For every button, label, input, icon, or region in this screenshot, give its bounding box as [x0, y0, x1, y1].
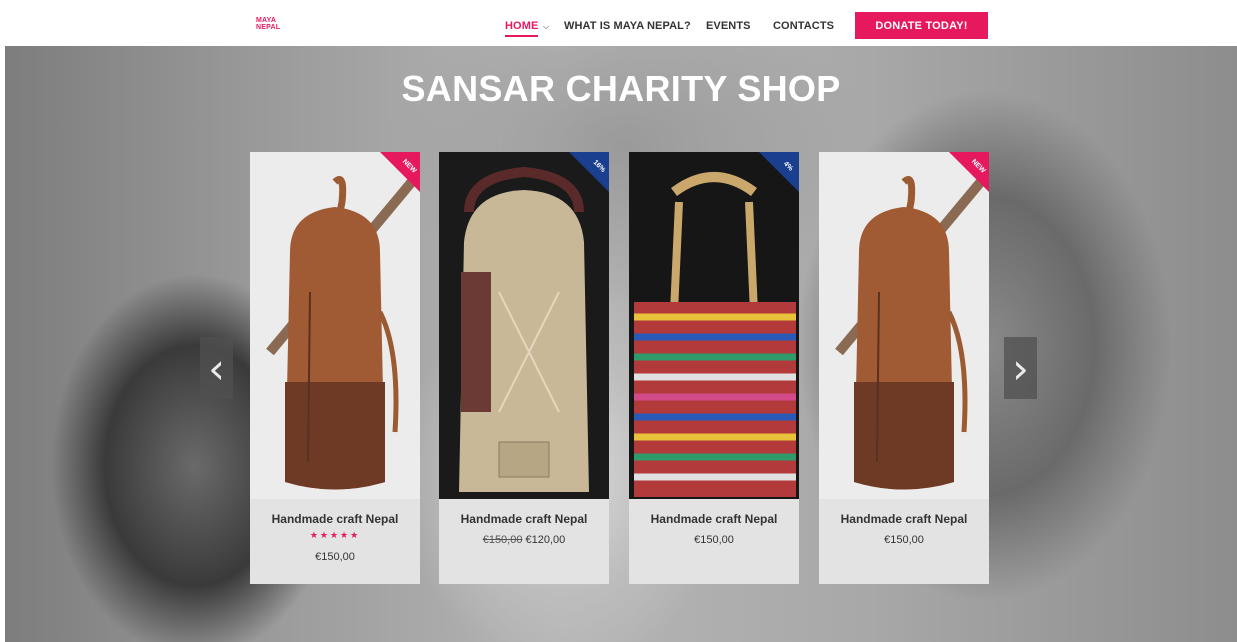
- product-image-hemp-backpack[interactable]: [439, 152, 609, 499]
- discount-badge: 4%: [759, 152, 799, 192]
- nav-active-underline: [505, 35, 538, 37]
- nav-events[interactable]: EVENTS: [706, 20, 751, 32]
- page-title: SANSAR CHARITY SHOP: [401, 68, 841, 109]
- product-card[interactable]: 16% Handmade craft Nepal €150,00 €120,00: [439, 152, 609, 584]
- product-image-woven-tote-bag[interactable]: [629, 152, 799, 499]
- new-badge: NEW: [380, 152, 420, 192]
- new-badge: NEW: [949, 152, 989, 192]
- product-card[interactable]: 4% Handmade craft Nepal €150,00: [629, 152, 799, 584]
- nav-what-is-maya-nepal[interactable]: WHAT IS MAYA NEPAL?: [564, 20, 691, 32]
- product-title[interactable]: Handmade craft Nepal: [629, 512, 799, 526]
- product-price: €150,00 €120,00: [439, 534, 609, 546]
- chevron-left-icon[interactable]: ‹: [200, 337, 233, 399]
- chevron-right-icon[interactable]: ›: [1004, 337, 1037, 399]
- maya-nepal-logo[interactable]: MAYA NEPAL: [256, 17, 280, 31]
- site-header: MAYA NEPAL HOME ⌵ WHAT IS MAYA NEPAL? EV…: [0, 0, 1237, 46]
- product-price: €150,00: [315, 551, 355, 563]
- product-price: €150,00: [884, 534, 924, 546]
- product-price: €150,00: [694, 534, 734, 546]
- discount-badge: 16%: [569, 152, 609, 192]
- product-title[interactable]: Handmade craft Nepal: [250, 512, 420, 526]
- product-title[interactable]: Handmade craft Nepal: [439, 512, 609, 526]
- product-image-leather-backpack[interactable]: [819, 152, 989, 499]
- nav-contacts[interactable]: CONTACTS: [773, 20, 834, 32]
- product-title[interactable]: Handmade craft Nepal: [819, 512, 989, 526]
- donate-button[interactable]: DONATE TODAY!: [855, 12, 988, 39]
- sale-price: €120,00: [525, 534, 566, 546]
- product-card[interactable]: NEW Handmade craft Nepal €150,00: [819, 152, 989, 584]
- star-rating: ★★★★★: [309, 530, 361, 540]
- product-card[interactable]: NEW Handmade craft Nepal ★★★★★ €150,00: [250, 152, 420, 584]
- nav-home[interactable]: HOME: [505, 20, 538, 32]
- product-image-leather-backpack[interactable]: [250, 152, 420, 499]
- chevron-down-icon[interactable]: ⌵: [543, 22, 549, 32]
- hero-banner: SANSAR CHARITY SHOP NEW Handmade craft N…: [5, 46, 1237, 642]
- old-price: €150,00: [482, 534, 523, 546]
